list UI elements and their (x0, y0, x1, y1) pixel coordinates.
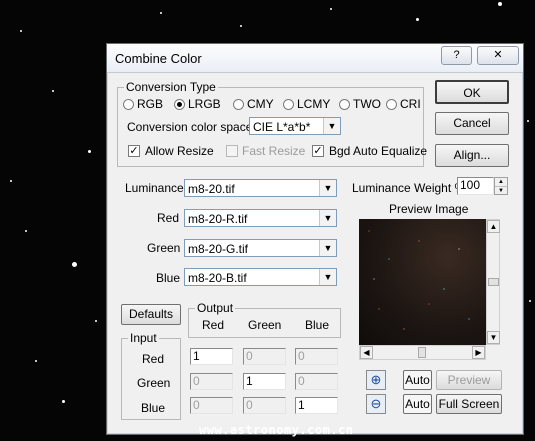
matrix-blue-blue[interactable]: 1 (295, 397, 338, 414)
matrix-green-red[interactable]: 0 (190, 373, 233, 390)
spin-up-icon[interactable]: ▲ (495, 178, 507, 187)
luminance-file-select[interactable]: m8-20.tif ▼ (184, 179, 337, 197)
zoom-out-icon[interactable]: ⊖ (366, 394, 386, 414)
colorspace-label: Conversion color space (127, 120, 253, 134)
luminance-weight-input[interactable]: 100 (457, 177, 494, 195)
green-label: Green (147, 241, 181, 255)
red-label: Red (157, 211, 180, 225)
radio-rgb-label: RGB (137, 97, 164, 111)
cancel-button[interactable]: Cancel (435, 112, 509, 135)
radio-cri-label: CRI (400, 97, 421, 111)
matrix-blue-red[interactable]: 0 (190, 397, 233, 414)
radio-cri[interactable] (386, 99, 397, 110)
allow-resize-checkbox[interactable]: ✓ (128, 145, 140, 157)
output-label: Output (195, 301, 236, 315)
radio-rgb[interactable] (123, 99, 134, 110)
radio-lcmy[interactable] (283, 99, 294, 110)
preview-vertical-scrollbar[interactable]: ▲ ▼ (486, 219, 500, 345)
radio-lrgb-label: LRGB (188, 97, 221, 111)
red-file-select[interactable]: m8-20-R.tif ▼ (184, 209, 337, 227)
green-file-value: m8-20-G.tif (188, 242, 249, 256)
radio-lrgb[interactable] (174, 99, 185, 110)
chevron-down-icon: ▼ (319, 180, 336, 196)
defaults-button[interactable]: Defaults (121, 304, 181, 325)
luminance-file-value: m8-20.tif (188, 182, 235, 196)
bgd-auto-equalize-checkbox[interactable]: ✓ (312, 145, 324, 157)
allow-resize-label: Allow Resize (145, 144, 214, 158)
dialog-title: Combine Color (115, 51, 202, 66)
fast-resize-checkbox[interactable] (226, 145, 238, 157)
vertical-scroll-thumb[interactable] (488, 278, 499, 286)
close-button[interactable]: ✕ (477, 46, 519, 65)
matrix-red-red[interactable]: 1 (190, 348, 233, 365)
chevron-down-icon: ▼ (319, 269, 336, 285)
chevron-down-icon: ▼ (319, 240, 336, 256)
matrix-red-green[interactable]: 0 (243, 348, 286, 365)
auto-button-2[interactable]: Auto (403, 394, 432, 414)
help-button[interactable]: ? (441, 46, 472, 65)
matrix-green-blue[interactable]: 0 (295, 373, 338, 390)
radio-two-label: TWO (353, 97, 381, 111)
blue-file-select[interactable]: m8-20-B.tif ▼ (184, 268, 337, 286)
radio-two[interactable] (339, 99, 350, 110)
full-screen-button[interactable]: Full Screen (436, 394, 502, 414)
preview-image-label: Preview Image (389, 202, 469, 216)
luminance-weight-label: Luminance Weight % (352, 181, 466, 195)
bgd-auto-equalize-label: Bgd Auto Equalize (329, 144, 428, 158)
conversion-type-label: Conversion Type (124, 80, 218, 94)
zoom-in-icon[interactable]: ⊕ (366, 370, 386, 390)
preview-image (359, 219, 486, 345)
ok-button[interactable]: OK (435, 80, 509, 104)
radio-cmy-label: CMY (247, 97, 274, 111)
scroll-left-icon[interactable]: ◀ (360, 346, 373, 359)
green-file-select[interactable]: m8-20-G.tif ▼ (184, 239, 337, 257)
colorspace-select[interactable]: CIE L*a*b* ▼ (249, 117, 341, 135)
radio-lcmy-label: LCMY (297, 97, 331, 111)
title-bar: Combine Color ? ✕ (107, 44, 523, 73)
input-row-green-label: Green (137, 376, 171, 390)
matrix-red-blue[interactable]: 0 (295, 348, 338, 365)
output-col-red: Red (202, 318, 225, 332)
horizontal-scroll-thumb[interactable] (418, 347, 426, 358)
matrix-green-green[interactable]: 1 (243, 373, 286, 390)
red-file-value: m8-20-R.tif (188, 212, 248, 226)
colorspace-value: CIE L*a*b* (253, 120, 311, 134)
auto-button-1[interactable]: Auto (403, 370, 432, 390)
preview-horizontal-scrollbar[interactable]: ◀ ▶ (359, 345, 486, 360)
input-row-red-label: Red (142, 352, 165, 366)
fast-resize-label: Fast Resize (242, 144, 306, 158)
scroll-up-icon[interactable]: ▲ (487, 220, 500, 233)
output-col-blue: Blue (305, 318, 330, 332)
combine-color-dialog: Combine Color ? ✕ Conversion Type RGB LR… (106, 43, 524, 435)
input-row-blue-label: Blue (141, 401, 166, 415)
blue-file-value: m8-20-B.tif (188, 271, 247, 285)
chevron-down-icon: ▼ (323, 118, 340, 134)
matrix-blue-green[interactable]: 0 (243, 397, 286, 414)
output-col-green: Green (248, 318, 282, 332)
scroll-right-icon[interactable]: ▶ (472, 346, 485, 359)
watermark-text: www.astronomy.com.cn (199, 423, 354, 437)
chevron-down-icon: ▼ (319, 210, 336, 226)
input-label: Input (128, 331, 159, 345)
align-button[interactable]: Align... (435, 144, 509, 167)
preview-button[interactable]: Preview (436, 370, 502, 390)
luminance-weight-spinner[interactable]: ▲ ▼ (494, 177, 508, 195)
blue-label: Blue (156, 271, 181, 285)
luminance-label: Luminance (125, 181, 184, 195)
radio-cmy[interactable] (233, 99, 244, 110)
scroll-down-icon[interactable]: ▼ (487, 331, 500, 344)
spin-down-icon[interactable]: ▼ (495, 187, 507, 195)
